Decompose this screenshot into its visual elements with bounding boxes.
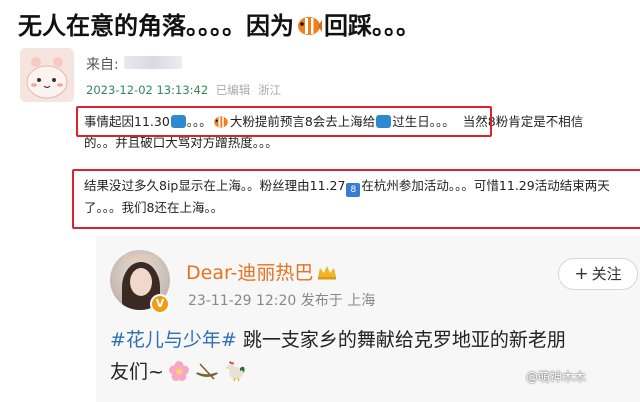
source-label: 来自: [86,57,119,73]
post-timestamp[interactable]: 2023-12-02 13:13:42 [86,83,208,97]
highlight-box-2 [72,169,640,229]
crown-icon [318,266,337,280]
canoe-emoji-icon [194,363,219,380]
hashtag-link[interactable]: #花儿与少年# [110,329,237,351]
follow-button[interactable]: + 关注 [558,258,638,290]
page-title: 无人在意的角落。。。。因为 回踩。。。 [18,6,420,41]
avatar-face-shape [130,268,152,296]
cute-character-avatar-icon [20,48,74,102]
text-segment: 友们~ [110,361,164,383]
title-text-part1: 无人在意的角落。。。。因为 [18,12,294,40]
username[interactable]: Dear-迪丽热巴 [186,258,338,285]
weibo-post: 来自: 2023-12-02 13:13:42 已编辑 浙江 事情起因11.30… [8,46,640,402]
avatar[interactable] [20,48,74,102]
text-segment: 跳一支家乡的舞献给克罗地亚的新老朋 [236,329,566,351]
username-text[interactable]: Dear-迪丽热巴 [186,262,313,284]
fish-emoji-icon [298,17,322,35]
location-label: 浙江 [257,83,281,97]
v-badge-icon: V [150,294,170,314]
flower-emoji-icon [168,361,189,381]
avatar-watermark: 2ol2020 [122,254,159,264]
follow-label: 关注 [591,265,622,283]
rooster-emoji-icon [225,361,245,382]
highlight-box-1 [76,106,492,137]
edited-label[interactable]: 已编辑 [216,83,251,97]
repost-time[interactable]: 23-11-29 12:20 [188,293,296,309]
title-text-part2: 回踩。。。 [324,12,420,40]
source-watermark: @萌神木木 [526,370,587,384]
plus-icon: + [574,264,589,284]
repost-text: #花儿与少年# 跳一支家乡的舞献给克罗地亚的新老朋 友们~ [110,324,566,388]
repost-meta: 23-11-29 12:20 发布于 上海 [188,290,375,310]
repost-location: 发布于 上海 [300,293,376,309]
repost-text-line-1: #花儿与少年# 跳一支家乡的舞献给克罗地亚的新老朋 [110,324,566,356]
source-name-blurred [124,56,182,69]
repost-text-line-2: 友们~ [110,356,566,388]
post-meta: 2023-12-02 13:13:42 已编辑 浙江 [86,82,281,98]
